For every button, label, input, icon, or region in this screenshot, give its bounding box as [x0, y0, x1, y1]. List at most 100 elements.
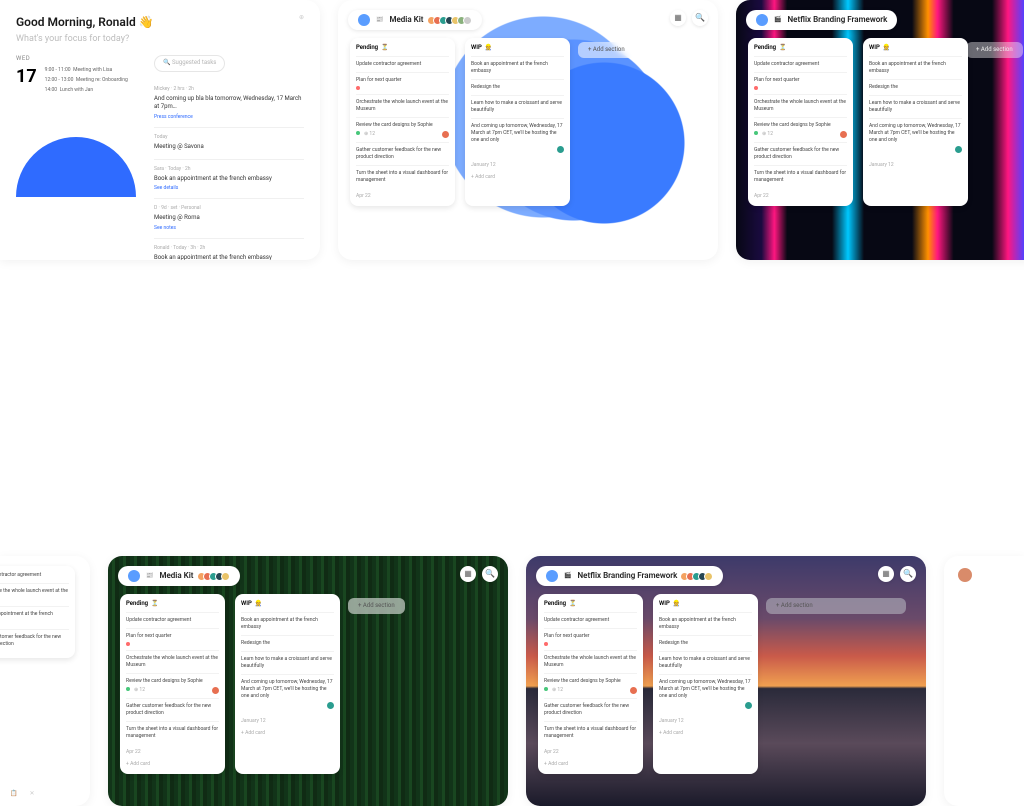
card[interactable]: Turn the sheet into a visual dashboard f…	[356, 165, 449, 188]
feed-item[interactable]: D · 9d · set · Personal Meeting @ Roma S…	[154, 199, 304, 238]
avatar[interactable]	[958, 568, 972, 582]
add-card-button[interactable]: + Add card	[659, 725, 752, 737]
board-header[interactable]: 📰 Media Kit	[348, 10, 482, 30]
board-netflix-neon: 🎬 Netflix Branding Framework + Add secti…	[736, 0, 1024, 260]
home-icon[interactable]	[358, 14, 370, 26]
collaborator-avatars[interactable]	[683, 572, 713, 581]
grid-view-icon[interactable]: ▦	[878, 566, 894, 582]
card[interactable]: Gather customer feedback for the new pro…	[356, 142, 449, 165]
add-card-button[interactable]: + Add card	[544, 756, 637, 768]
construction-icon: 👷	[485, 44, 492, 52]
card[interactable]: Orchestrate the whole launch event at th…	[356, 94, 449, 117]
card[interactable]: And coming up tomorrow, Wednesday, 17 Ma…	[241, 674, 334, 713]
card[interactable]: Orchestrate the whole launch event at th…	[0, 583, 69, 606]
greeting: Good Morning, Ronald 👋	[16, 14, 304, 31]
card[interactable]: Orchestrate the whole launch event at th…	[754, 94, 847, 117]
card[interactable]: Plan for next quarter	[544, 628, 637, 650]
search-icon[interactable]: 🔍	[482, 566, 498, 582]
card[interactable]: Plan for next quarter	[126, 628, 219, 650]
feed-item[interactable]: Ronald · Today · 3h · 2h Book an appoint…	[154, 239, 304, 260]
card[interactable]: Turn the sheet into a visual dashboard f…	[126, 721, 219, 744]
card[interactable]: Update contractor agreement	[126, 612, 219, 628]
add-card-button[interactable]: + Add card	[471, 169, 564, 181]
card[interactable]: Update contractor agreement	[0, 572, 69, 583]
add-section-button[interactable]: + Add section	[766, 598, 906, 614]
add-section-button[interactable]: + Add section	[966, 42, 1023, 58]
feed-item[interactable]: Mickey · 2 hrs · 2h And coming up bla bl…	[154, 80, 304, 128]
board-title: Netflix Branding Framework	[787, 14, 887, 25]
grid-view-icon[interactable]: ▦	[460, 566, 476, 582]
board-partial-left: Update contractor agreement Orchestrate …	[0, 556, 90, 806]
card[interactable]: Book an appointment at the french embass…	[0, 606, 69, 629]
card[interactable]: Gather customer feedback for the new pro…	[544, 698, 637, 721]
card[interactable]: Learn how to make a croissant and serve …	[659, 651, 752, 674]
card[interactable]: Gather customer feedback for the new pro…	[0, 629, 69, 652]
card[interactable]: And coming up tomorrow, Wednesday, 17 Ma…	[471, 118, 564, 157]
card[interactable]: Book an appointment at the french embass…	[869, 56, 962, 79]
card[interactable]: Orchestrate the whole launch event at th…	[126, 650, 219, 673]
card[interactable]: Redesign the	[869, 79, 962, 95]
card[interactable]: Turn the sheet into a visual dashboard f…	[754, 165, 847, 188]
board-header[interactable]: 🎬 Netflix Branding Framework	[746, 10, 897, 30]
agenda-item[interactable]: 12:00 - 13:00 Meeting re: Onboarding	[45, 77, 128, 84]
lane-pending: Pending⏳ Update contractor agreement Pla…	[748, 38, 853, 206]
feed-item[interactable]: Sara · Today · 2h Book an appointment at…	[154, 160, 304, 199]
card[interactable]: Redesign the	[659, 635, 752, 651]
home-icon[interactable]	[128, 570, 140, 582]
card[interactable]: Learn how to make a croissant and serve …	[471, 95, 564, 118]
feed-item[interactable]: Today Meeting @ Savona	[154, 128, 304, 160]
grid-view-icon[interactable]: ▦	[670, 10, 686, 26]
lane-pending: Pending⏳ Update contractor agreement Pla…	[350, 38, 455, 206]
board-mediakit-blue: 📰 Media Kit ▦ 🔍 Pending⏳ Update contract…	[338, 0, 718, 260]
date-number: 17	[16, 64, 37, 89]
collaborator-avatars[interactable]	[200, 572, 230, 581]
card[interactable]: Book an appointment at the french embass…	[241, 612, 334, 635]
add-card-button[interactable]: + Add card	[126, 756, 219, 768]
home-icon[interactable]	[756, 14, 768, 26]
date-weekday: WED	[16, 55, 30, 62]
lane-wip: WIP👷 Book an appointment at the french e…	[653, 594, 758, 774]
card[interactable]: Learn how to make a croissant and serve …	[241, 651, 334, 674]
add-section-button[interactable]: + Add section	[578, 42, 635, 58]
agenda-item[interactable]: 9:00 - 11:00 Meeting with Lisa	[45, 67, 128, 74]
pin-icon[interactable]: ⊕	[299, 14, 304, 22]
card[interactable]: Gather customer feedback for the new pro…	[126, 698, 219, 721]
card[interactable]: Update contractor agreement	[754, 56, 847, 72]
card[interactable]: Redesign the	[241, 635, 334, 651]
close-icon[interactable]: ✕	[29, 790, 34, 798]
card[interactable]: Review the card designs by Sophie⊕ 12	[754, 117, 847, 142]
card[interactable]: Review the card designs by Sophie⊕ 12	[356, 117, 449, 142]
card[interactable]: And coming up tomorrow, Wednesday, 17 Ma…	[659, 674, 752, 713]
card[interactable]: Review the card designs by Sophie⊕ 12	[544, 673, 637, 698]
card[interactable]: Gather customer feedback for the new pro…	[754, 142, 847, 165]
board-title: Media Kit	[389, 14, 423, 25]
card[interactable]: And coming up tomorrow, Wednesday, 17 Ma…	[869, 118, 962, 157]
search-icon[interactable]: 🔍	[900, 566, 916, 582]
card[interactable]: Review the card designs by Sophie⊕ 12	[126, 673, 219, 698]
collaborator-avatars[interactable]	[430, 16, 472, 25]
board-mediakit-forest: 📰 Media Kit ▦ 🔍 Pending⏳ Update contract…	[108, 556, 508, 806]
card[interactable]: Redesign the	[471, 79, 564, 95]
card[interactable]: Learn how to make a croissant and serve …	[869, 95, 962, 118]
card[interactable]: Update contractor agreement	[544, 612, 637, 628]
card[interactable]: Orchestrate the whole launch event at th…	[544, 650, 637, 673]
card[interactable]: Book an appointment at the french embass…	[471, 56, 564, 79]
home-icon[interactable]	[546, 570, 558, 582]
decorative-semicircle	[16, 137, 136, 197]
add-section-button[interactable]: + Add section	[348, 598, 405, 614]
suggested-tasks-search[interactable]: 🔍 Suggested tasks	[154, 55, 225, 71]
agenda-item[interactable]: 14:00 Lunch with Jan	[45, 87, 128, 94]
card[interactable]: Book an appointment at the french embass…	[659, 612, 752, 635]
board-emoji-icon: 📰	[376, 16, 383, 24]
card[interactable]: Turn the sheet into a visual dashboard f…	[544, 721, 637, 744]
add-card-button[interactable]: + Add card	[241, 725, 334, 737]
board-header[interactable]: 📰 Media Kit	[118, 566, 240, 586]
board-emoji-icon: 🎬	[774, 16, 781, 24]
board-netflix-sunset: 🎬 Netflix Branding Framework ▦ 🔍 Pending…	[526, 556, 926, 806]
search-icon[interactable]: 🔍	[692, 10, 708, 26]
clipboard-icon[interactable]: 📋	[10, 790, 17, 798]
card[interactable]: Update contractor agreement	[356, 56, 449, 72]
board-header[interactable]: 🎬 Netflix Branding Framework	[536, 566, 723, 586]
card[interactable]: Plan for next quarter	[356, 72, 449, 94]
card[interactable]: Plan for next quarter	[754, 72, 847, 94]
